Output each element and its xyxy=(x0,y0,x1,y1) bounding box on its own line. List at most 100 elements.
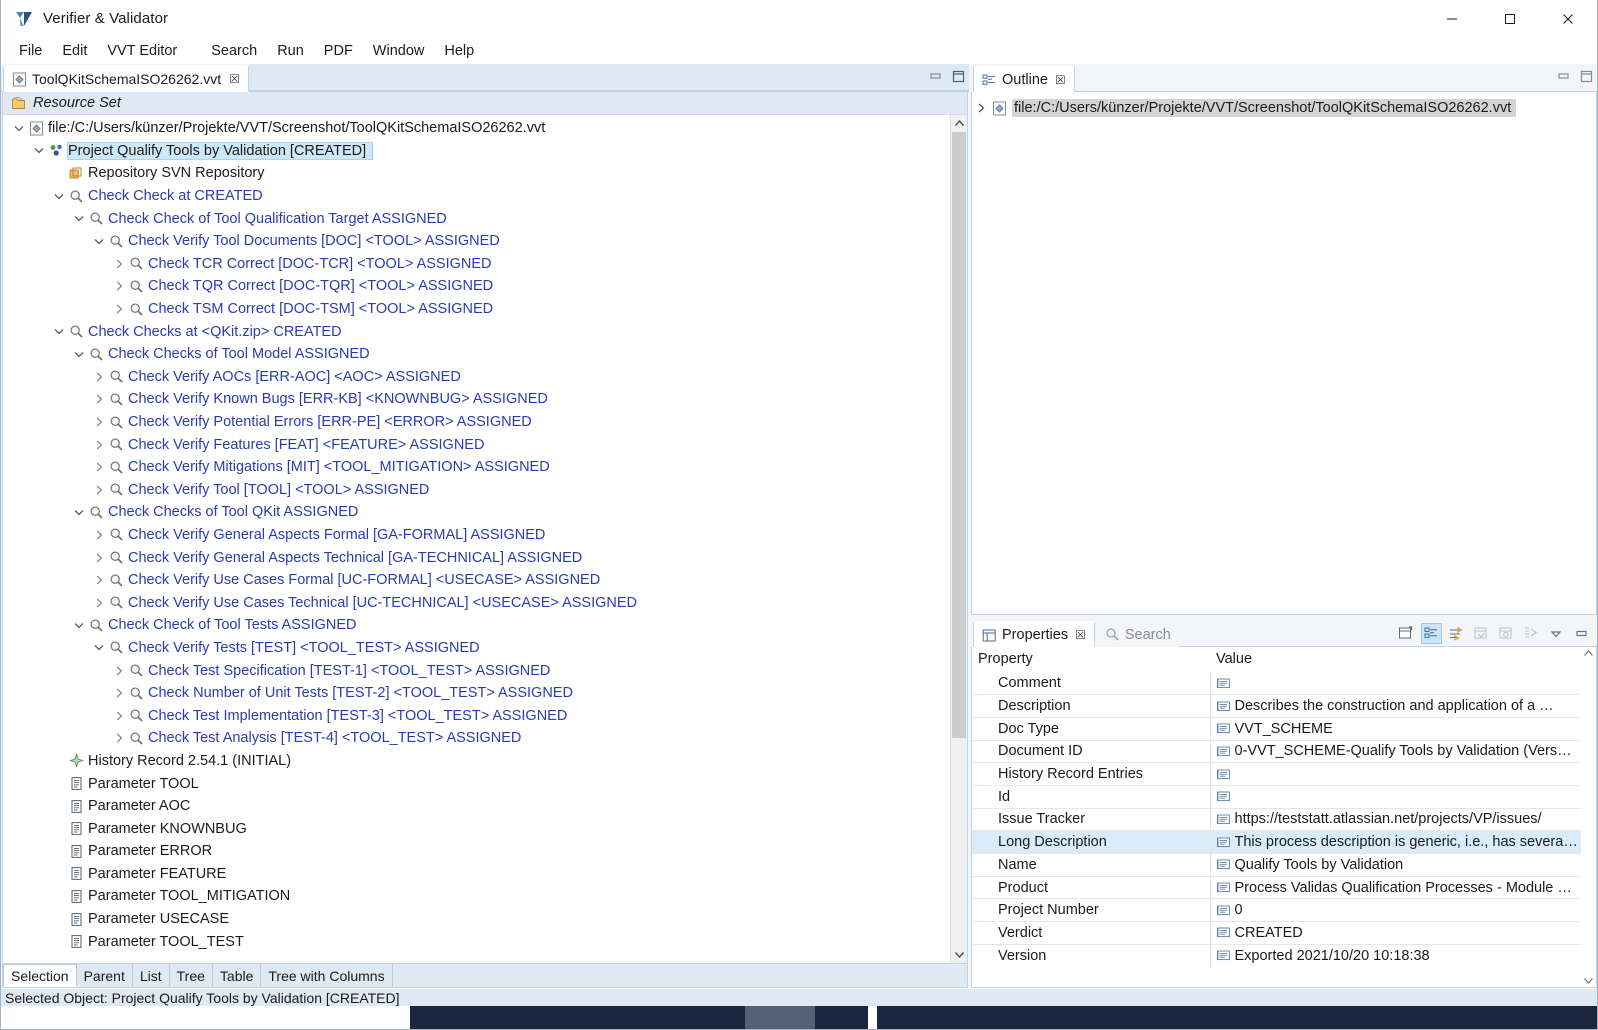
chevron-right-icon[interactable] xyxy=(111,711,127,721)
property-value-cell[interactable]: 0-VVT_SCHEME-Qualify Tools by Validation… xyxy=(1210,739,1596,763)
chevron-right-icon[interactable] xyxy=(111,666,127,676)
view-tab-selection[interactable]: Selection xyxy=(3,964,77,987)
properties-row[interactable]: Long Description This process description… xyxy=(972,830,1596,854)
tree-row[interactable]: Check Number of Unit Tests [TEST-2] <TOO… xyxy=(3,682,950,705)
minimize-button[interactable] xyxy=(1423,0,1481,38)
outline-tab-close-icon[interactable]: ☒ xyxy=(1055,73,1066,87)
chevron-down-icon[interactable] xyxy=(71,508,87,517)
tree-row[interactable]: file:/C:/Users/künzer/Projekte/VVT/Scree… xyxy=(3,117,950,140)
chevron-right-icon[interactable] xyxy=(972,103,990,113)
outline-maximize-icon[interactable] xyxy=(1579,69,1593,83)
chevron-right-icon[interactable] xyxy=(91,417,107,427)
view-tab-tree-with-columns[interactable]: Tree with Columns xyxy=(261,964,393,987)
tree-row[interactable]: Check Test Implementation [TEST-3] <TOOL… xyxy=(3,704,950,727)
menu-edit[interactable]: Edit xyxy=(52,41,97,61)
tree-row[interactable]: Parameter TOOL_MITIGATION xyxy=(3,885,950,908)
chevron-down-icon[interactable] xyxy=(71,350,87,359)
tree-row[interactable]: Check Verify Mitigations [MIT] <TOOL_MIT… xyxy=(3,456,950,479)
copy-property-icon[interactable] xyxy=(1497,624,1516,643)
chevron-right-icon[interactable] xyxy=(91,394,107,404)
model-tree[interactable]: file:/C:/Users/künzer/Projekte/VVT/Scree… xyxy=(3,115,950,963)
chevron-right-icon[interactable] xyxy=(91,598,107,608)
scroll-down-arrow-icon[interactable] xyxy=(951,946,967,963)
show-categories-icon[interactable] xyxy=(1421,623,1442,644)
property-value-cell[interactable]: Process Validas Qualification Processes … xyxy=(1210,875,1596,899)
new-properties-view-icon[interactable] xyxy=(1397,624,1416,643)
tree-row[interactable]: Check Check at CREATED xyxy=(3,185,950,208)
menu-window[interactable]: Window xyxy=(363,41,435,61)
pin-to-selection-icon[interactable] xyxy=(1522,624,1541,643)
chevron-down-icon[interactable] xyxy=(71,214,87,223)
tree-row[interactable]: Check Verify Tests [TEST] <TOOL_TEST> AS… xyxy=(3,637,950,660)
tree-row[interactable]: Check Verify Features [FEAT] <FEATURE> A… xyxy=(3,433,950,456)
tree-row[interactable]: Parameter TOOL xyxy=(3,772,950,795)
editor-tab-close-icon[interactable]: ☒ xyxy=(229,73,240,85)
tree-row[interactable]: Check Test Specification [TEST-1] <TOOL_… xyxy=(3,659,950,682)
menu-run[interactable]: Run xyxy=(267,41,314,61)
editor-view-tabs[interactable]: Selection Parent List Tree Table Tree with Co… xyxy=(3,963,967,987)
tree-row[interactable]: Check Verify General Aspects Formal [GA-… xyxy=(3,524,950,547)
menu-vvt-editor[interactable]: VVT Editor xyxy=(97,41,187,61)
properties-row[interactable]: Product Process Validas Qualification Pro… xyxy=(972,875,1596,899)
tree-row[interactable]: Check TQR Correct [DOC-TQR] <TOOL> ASSIG… xyxy=(3,275,950,298)
tree-row[interactable]: Parameter FEATURE xyxy=(3,863,950,886)
tree-row[interactable]: Check Checks of Tool QKit ASSIGNED xyxy=(3,501,950,524)
properties-row[interactable]: Document ID 0-VVT_SCHEME-Qualify Tools by… xyxy=(972,739,1596,763)
chevron-down-icon[interactable] xyxy=(31,146,47,155)
tree-row[interactable]: Parameter USECASE xyxy=(3,908,950,931)
restore-default-value-icon[interactable] xyxy=(1472,624,1491,643)
view-tab-tree[interactable]: Tree xyxy=(169,964,213,987)
chevron-down-icon[interactable] xyxy=(11,124,27,133)
chevron-right-icon[interactable] xyxy=(91,530,107,540)
menu-pdf[interactable]: PDF xyxy=(314,41,363,61)
properties-row[interactable]: Verdict CREATED xyxy=(972,921,1596,945)
editor-tab-toolqkitschema[interactable]: ToolQKitSchemaISO26262.vvt ☒ xyxy=(3,65,249,92)
property-value-cell[interactable]: https://teststatt.atlassian.net/projects… xyxy=(1210,807,1596,831)
maximize-button[interactable] xyxy=(1481,0,1539,38)
chevron-right-icon[interactable] xyxy=(91,372,107,382)
tree-row[interactable]: Repository SVN Repository xyxy=(3,162,950,185)
tree-row[interactable]: Check Verify Potential Errors [ERR-PE] <… xyxy=(3,411,950,434)
property-value-cell[interactable]: 0 xyxy=(1210,898,1596,922)
tree-row[interactable]: Check TSM Correct [DOC-TSM] <TOOL> ASSIG… xyxy=(3,298,950,321)
view-tab-list[interactable]: List xyxy=(132,964,170,987)
tree-row[interactable]: Check Verify AOCs [ERR-AOC] <AOC> ASSIGN… xyxy=(3,366,950,389)
chevron-right-icon[interactable] xyxy=(91,485,107,495)
chevron-right-icon[interactable] xyxy=(91,553,107,563)
properties-scroll-up-icon[interactable] xyxy=(1584,647,1593,660)
editor-maximize-icon[interactable] xyxy=(951,69,965,83)
chevron-right-icon[interactable] xyxy=(91,462,107,472)
chevron-right-icon[interactable] xyxy=(111,281,127,291)
chevron-down-icon[interactable] xyxy=(51,192,67,201)
properties-row[interactable]: Comment xyxy=(972,671,1596,695)
tree-row[interactable]: Parameter AOC xyxy=(3,795,950,818)
properties-row[interactable]: Project Number 0 xyxy=(972,898,1596,922)
tree-row[interactable]: Check Checks of Tool Model ASSIGNED xyxy=(3,343,950,366)
tree-scroll-track[interactable] xyxy=(951,132,967,946)
chevron-right-icon[interactable] xyxy=(91,440,107,450)
view-tab-table[interactable]: Table xyxy=(212,964,262,987)
property-value-cell[interactable]: CREATED xyxy=(1210,921,1596,945)
chevron-down-icon[interactable] xyxy=(91,643,107,652)
tree-row[interactable]: Check Checks at <QKit.zip> CREATED xyxy=(3,320,950,343)
property-value-cell[interactable]: Exported 2021/10/20 10:18:38 xyxy=(1210,943,1596,967)
tab-outline[interactable]: Outline ☒ xyxy=(973,66,1075,93)
tree-row[interactable]: Check Verify General Aspects Technical [… xyxy=(3,546,950,569)
outline-minimize-icon[interactable] xyxy=(1556,69,1570,83)
menu-search[interactable]: Search xyxy=(201,41,267,61)
tree-row[interactable]: Parameter TOOL_TEST xyxy=(3,930,950,953)
properties-vertical-scrollbar[interactable] xyxy=(1581,647,1596,987)
show-advanced-properties-icon[interactable] xyxy=(1447,624,1466,643)
tree-row[interactable]: Check Verify Tool [TOOL] <TOOL> ASSIGNED xyxy=(3,479,950,502)
tree-row[interactable]: Check Check of Tool Tests ASSIGNED xyxy=(3,614,950,637)
close-button[interactable] xyxy=(1539,0,1597,38)
chevron-down-icon[interactable] xyxy=(71,621,87,630)
tab-search[interactable]: Search xyxy=(1097,621,1179,648)
properties-scroll-down-icon[interactable] xyxy=(1584,974,1593,987)
outline-root-row[interactable]: file:/C:/Users/künzer/Projekte/VVT/Scree… xyxy=(972,96,1596,120)
properties-row[interactable]: Id xyxy=(972,784,1596,809)
properties-row[interactable]: Issue Tracker https://teststatt.atlassian… xyxy=(972,807,1596,831)
property-value-cell[interactable] xyxy=(1210,671,1596,695)
tree-row[interactable]: Parameter ERROR xyxy=(3,840,950,863)
tree-scroll-thumb[interactable] xyxy=(952,132,966,739)
